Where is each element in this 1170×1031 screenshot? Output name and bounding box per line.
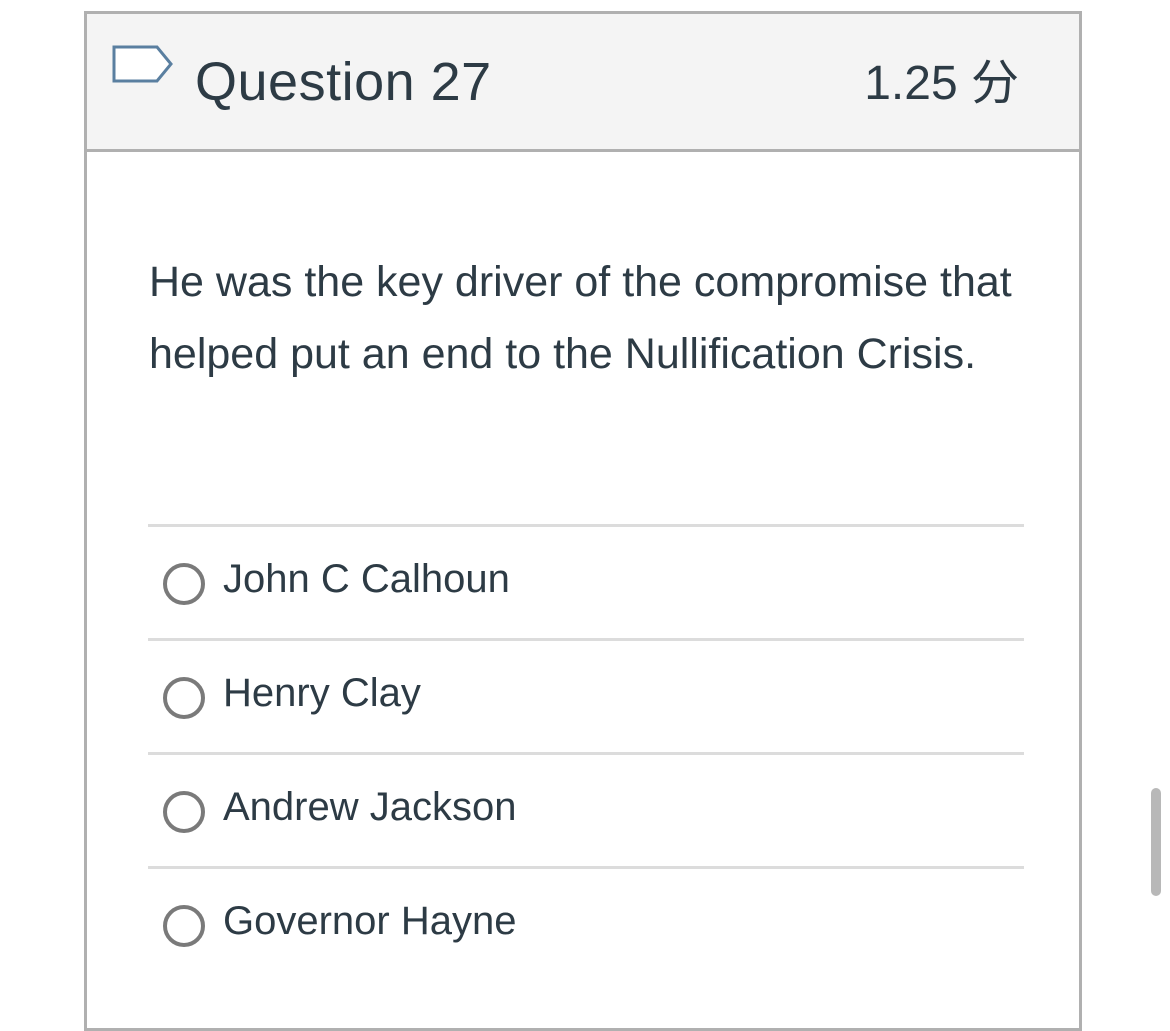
question-text: He was the key driver of the compromise … [149, 258, 1012, 378]
answer-option[interactable]: Henry Clay [148, 638, 1024, 752]
radio-button[interactable] [163, 677, 205, 719]
radio-button[interactable] [163, 905, 205, 947]
answer-list: John C Calhoun Henry Clay Andrew Jackson… [148, 524, 1024, 980]
answer-option[interactable]: Governor Hayne [148, 866, 1024, 980]
answer-option[interactable]: Andrew Jackson [148, 752, 1024, 866]
answer-label[interactable]: Governor Hayne [223, 895, 516, 947]
answer-label[interactable]: John C Calhoun [223, 553, 510, 605]
answer-option[interactable]: John C Calhoun [148, 524, 1024, 638]
scrollbar-thumb[interactable] [1151, 788, 1161, 896]
question-title: Question 27 [195, 52, 492, 112]
answer-label[interactable]: Andrew Jackson [223, 781, 516, 833]
answer-label[interactable]: Henry Clay [223, 667, 421, 719]
radio-button[interactable] [163, 563, 205, 605]
question-header: Question 27 1.25 分 [87, 14, 1079, 152]
question-card: Question 27 1.25 分 He was the key driver… [84, 11, 1082, 1031]
question-points: 1.25 分 [864, 57, 1019, 110]
flag-question-icon[interactable] [111, 44, 175, 96]
radio-button[interactable] [163, 791, 205, 833]
